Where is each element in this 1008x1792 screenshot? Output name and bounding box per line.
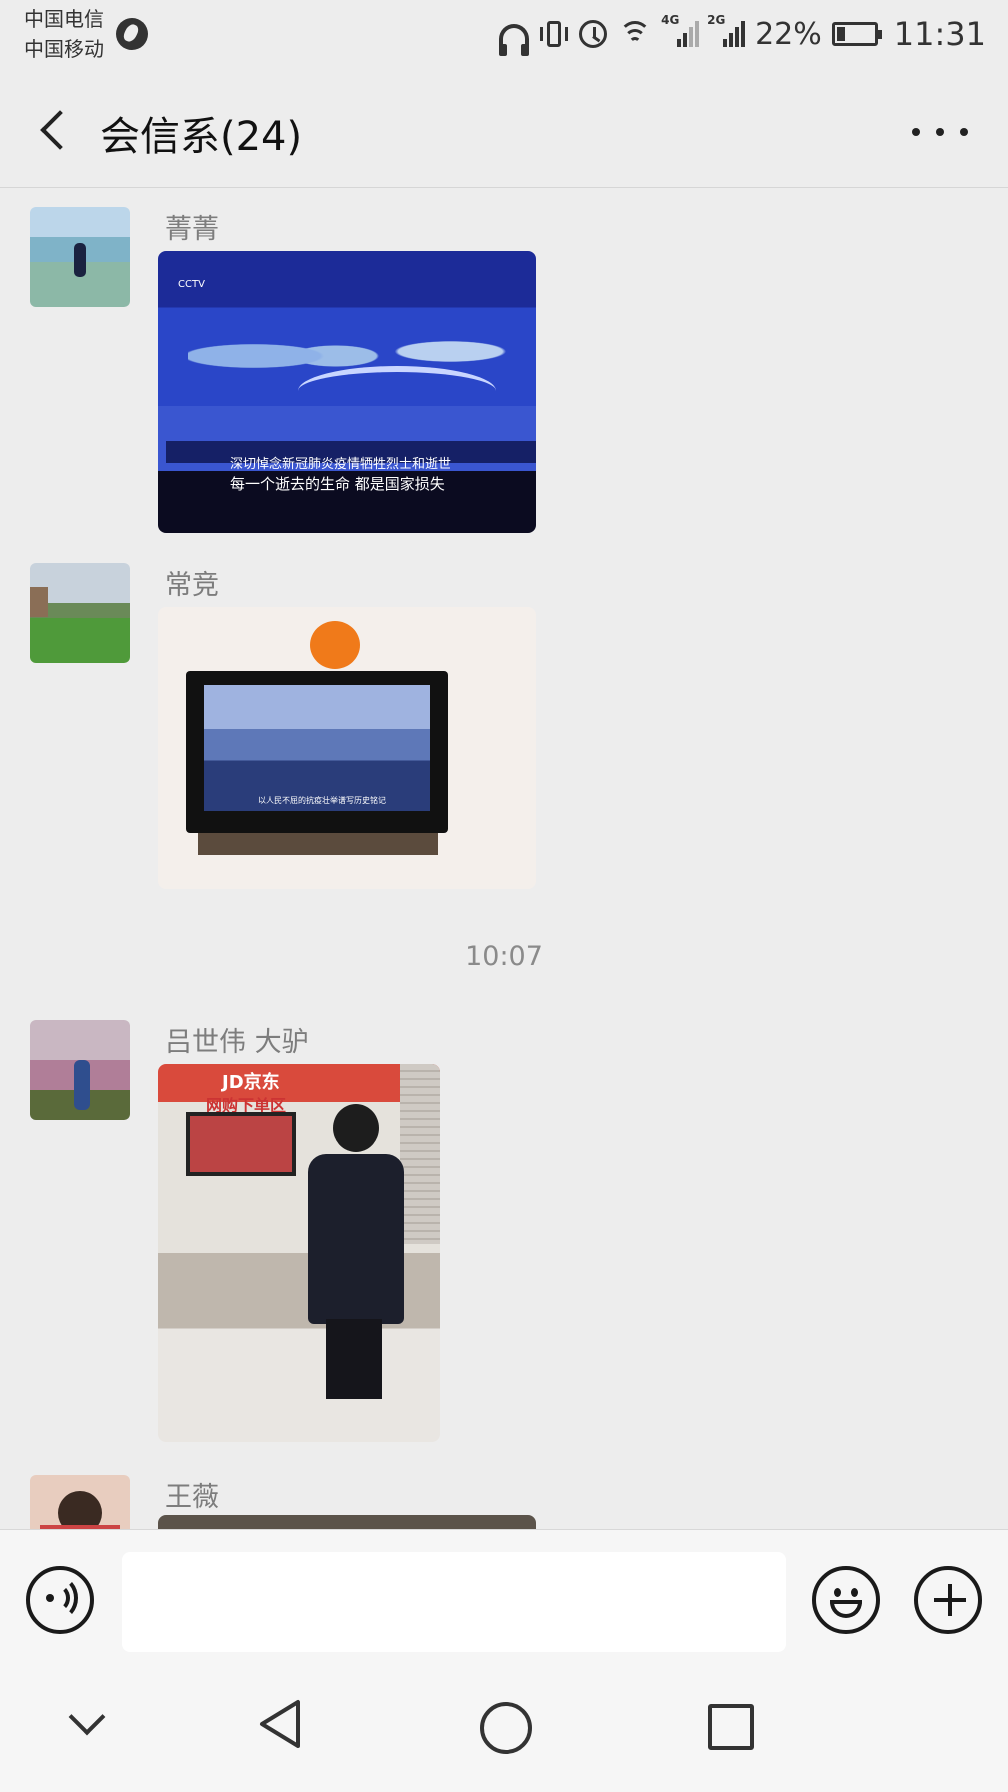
tv-caption-line1: 深切悼念新冠肺炎疫情牺牲烈士和逝世: [230, 457, 452, 472]
wifi-icon: [617, 19, 653, 49]
chevron-down-icon[interactable]: [54, 1694, 114, 1754]
globe-icon: [116, 18, 148, 50]
sender-name: 王薇: [165, 1482, 219, 1513]
signal-icon: 4G: [661, 13, 700, 47]
battery-charging-icon: [831, 22, 882, 46]
photo-content: [326, 1319, 382, 1399]
tv-logo: CCTV: [178, 279, 205, 290]
avatar[interactable]: [30, 207, 130, 307]
photo-content: [298, 366, 496, 416]
vibrate-icon: [539, 19, 569, 49]
carrier-name-1: 中国电信: [24, 7, 104, 31]
emoji-icon[interactable]: [812, 1566, 880, 1634]
signal-label-4g: 4G: [661, 13, 680, 27]
chat-title: 会信系(24): [100, 114, 303, 160]
image-message[interactable]: 以人民不屈的抗疫壮举谱写历史铭记: [158, 607, 536, 889]
headset-icon: [499, 24, 530, 56]
photo-content: [310, 621, 360, 669]
photo-content: [333, 1104, 379, 1152]
carrier-name-2: 中国移动: [24, 37, 104, 61]
alarm-icon: [579, 20, 608, 48]
chevron-left-icon[interactable]: [34, 108, 74, 158]
tv-caption-line2: 每一个逝去的生命 都是国家损失: [230, 475, 445, 493]
status-icons: 4G 2G 22% 11:31: [499, 13, 986, 56]
clock: 11:31: [893, 15, 986, 53]
input-bar: [0, 1529, 1008, 1654]
avatar[interactable]: [30, 1475, 130, 1529]
message-timestamp: 10:07: [465, 941, 543, 972]
back-triangle-icon[interactable]: [252, 1694, 312, 1754]
signal-icon: 2G: [707, 13, 746, 47]
more-dots-icon[interactable]: [912, 122, 968, 142]
status-bar: 中国电信 中国移动 4G 2G 22% 11:31: [0, 0, 1008, 78]
voice-icon[interactable]: [26, 1566, 94, 1634]
image-message[interactable]: CCTV 深切悼念新冠肺炎疫情牺牲烈士和逝世 每一个逝去的生命 都是国家损失: [158, 251, 536, 533]
recent-square-icon[interactable]: [696, 1694, 756, 1754]
photo-content: [400, 1064, 440, 1244]
photo-content: [198, 833, 438, 855]
home-circle-icon[interactable]: [472, 1694, 532, 1754]
shop-sign: JD京东: [222, 1072, 280, 1093]
avatar[interactable]: [30, 1020, 130, 1120]
photo-content: [186, 1112, 296, 1176]
plus-icon[interactable]: [914, 1566, 982, 1634]
sender-name: 吕世伟 大驴: [165, 1027, 309, 1058]
sender-name: 菁菁: [165, 214, 219, 245]
signal-label-2g: 2G: [707, 13, 726, 27]
chat-message-list[interactable]: 菁菁 CCTV 深切悼念新冠肺炎疫情牺牲烈士和逝世 每一个逝去的生命 都是国家损…: [0, 189, 1008, 1529]
message-input[interactable]: [122, 1552, 786, 1652]
battery-percent: 22%: [755, 16, 822, 52]
system-nav-bar: [0, 1654, 1008, 1792]
avatar[interactable]: [30, 563, 130, 663]
tv-caption: 以人民不屈的抗疫壮举谱写历史铭记: [258, 796, 386, 805]
image-message[interactable]: [158, 1515, 536, 1529]
photo-content: [308, 1154, 404, 1324]
photo-content: [204, 685, 430, 811]
sender-name: 常竞: [165, 570, 219, 601]
chat-header: 会信系(24): [0, 78, 1008, 188]
image-message[interactable]: JD京东 网购下单区: [158, 1064, 440, 1442]
